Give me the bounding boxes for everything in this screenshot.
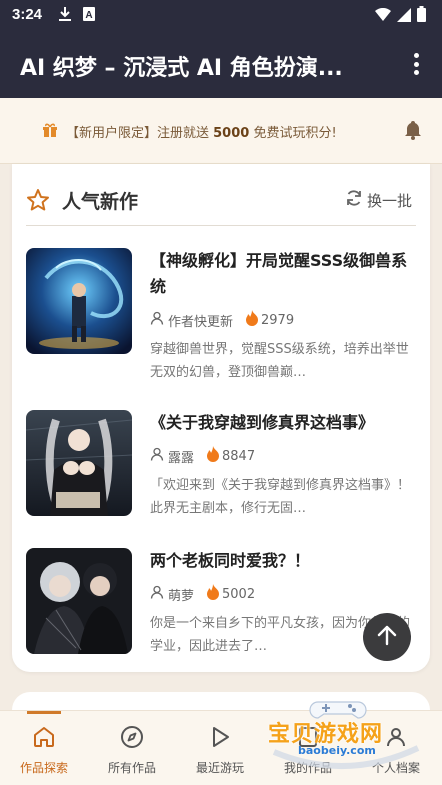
heat-count: 5002 [222,586,256,602]
promo-text: 【新用户限定】注册就送 5000 免费试玩积分! [66,122,337,141]
heat-count: 2979 [261,312,295,328]
promo-prefix: 【新用户限定】注册就送 [66,126,214,141]
star-icon [26,188,50,216]
nav-item-recent[interactable]: 最近游玩 [176,723,264,776]
user-icon [150,447,164,465]
user-icon [150,585,164,603]
section-title: 人气新作 [62,191,139,213]
item-title: 两个老板同时爱我？！ [150,551,311,570]
item-desc: 「欢迎来到《关于我穿越到修真界这档事》！ 此界无主剧本，修行无固… [150,478,411,516]
cover-image [26,248,132,354]
status-bar: 3:24 A [0,0,442,30]
author: 露露 [150,447,194,466]
list-item[interactable]: 【神级孵化】开局觉醒SSS级御兽系统 作者快更新 2979 穿越御兽世界，觉醒S… [26,248,418,380]
item-desc: 穿越御兽世界，觉醒SSS级系统，培养出举世无双的幻兽，登顶御兽巅… [150,342,409,380]
heat-count: 8847 [222,448,256,464]
cover-image [26,410,132,516]
arrow-up-icon [376,624,398,650]
popular-new-works-card: 人气新作 换一批 【神级孵化】开局觉醒SSS级御兽系统 作者快更新 2979 穿… [12,164,430,672]
more-menu-button[interactable] [404,50,428,78]
nav-label: 作品探索 [19,761,68,775]
promo-amount: 5000 [213,126,250,141]
watermark-url: baobeiy.com [298,744,376,757]
author-name: 萌萝 [168,588,195,604]
gift-icon [42,122,58,142]
refresh-button[interactable]: 换一批 [345,189,412,211]
scroll-to-top-button[interactable] [363,613,411,661]
item-title: 【神级孵化】开局觉醒SSS级御兽系统 [150,251,408,296]
refresh-label: 换一批 [366,191,412,210]
watermark: 宝贝游戏网 baobeiy.com [268,696,424,776]
nav-label: 所有作品 [107,761,156,775]
author: 萌萝 [150,585,194,604]
user-icon [150,311,164,329]
author: 作者快更新 [150,311,233,330]
fire-icon [206,584,220,604]
promo-banner[interactable]: 【新用户限定】注册就送 5000 免费试玩积分! [0,98,442,164]
bell-icon[interactable] [404,120,422,144]
signal-icon [397,7,411,26]
wifi-icon [375,7,391,26]
refresh-icon [345,189,363,211]
more-dot [413,70,419,75]
fire-icon [206,446,220,466]
app-bar: AI 织梦 – 沉浸式 AI 角色扮演... [0,30,442,98]
author-name: 作者快更新 [168,314,234,330]
promo-suffix: 免费试玩积分! [249,126,337,141]
item-meta: 作者快更新 2979 [150,310,294,330]
nav-item-all-works[interactable]: 所有作品 [88,723,176,776]
more-dot [413,53,419,58]
fire-icon [245,310,259,330]
battery-icon [417,6,426,26]
more-dot [413,61,419,67]
nav-active-indicator [27,711,61,714]
play-icon [208,725,232,752]
download-icon [58,6,72,26]
author-name: 露露 [168,450,195,466]
app-title: AI 织梦 – 沉浸式 AI 角色扮演... [20,56,343,81]
status-time: 3:24 [12,6,43,23]
item-title: 《关于我穿越到修真界这档事》 [150,413,375,432]
heat: 5002 [206,584,255,604]
heat: 8847 [206,446,255,466]
list-item[interactable]: 两个老板同时爱我？！ 萌萝 5002 你是一个来自乡下的平凡女孩，因为你优秀的学… [26,548,418,658]
a-notification-icon: A [82,6,96,26]
heat: 2979 [245,310,294,330]
compass-icon [120,725,144,752]
item-meta: 萌萝 5002 [150,584,255,604]
item-meta: 露露 8847 [150,446,255,466]
cover-image [26,548,132,654]
home-icon [32,725,56,752]
svg-text:A: A [85,10,92,21]
list-item[interactable]: 《关于我穿越到修真界这档事》 露露 8847 「欢迎来到《关于我穿越到修真界这档… [26,410,418,520]
section-header: 人气新作 换一批 [26,174,416,226]
nav-label: 最近游玩 [195,761,244,775]
nav-item-explore[interactable]: 作品探索 [0,723,88,776]
